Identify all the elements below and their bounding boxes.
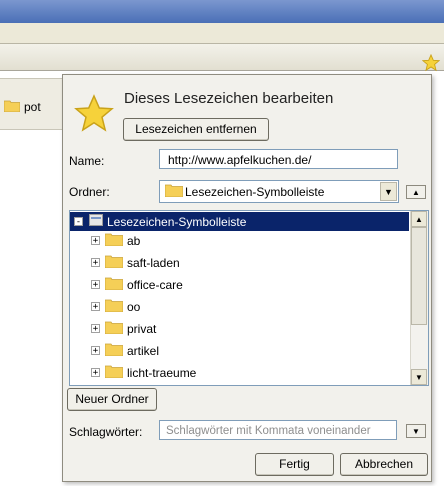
scroll-down-icon[interactable]: ▼	[411, 369, 427, 385]
tree-item-label: licht-traeume	[127, 365, 197, 380]
expand-icon[interactable]: +	[91, 302, 100, 312]
done-button[interactable]: Fertig	[255, 453, 334, 476]
bookmarks-bar-folder-label: pot	[24, 100, 41, 114]
expand-icon[interactable]: +	[91, 280, 100, 290]
tree-item-label: office-care	[127, 277, 183, 292]
bookmark-star-icon	[74, 94, 114, 137]
tree-item[interactable]: + licht-traeume	[70, 363, 196, 382]
expand-icon[interactable]: +	[91, 324, 100, 334]
tags-input[interactable]: Schlagwörter mit Kommata voneinander	[159, 420, 397, 440]
expand-icon[interactable]: +	[91, 258, 100, 268]
bookmarks-toolbar-icon	[89, 214, 103, 229]
folder-select-value: Lesezeichen-Symbolleiste	[185, 184, 325, 199]
tree-item-label: oo	[127, 299, 141, 314]
edit-bookmark-panel: Dieses Lesezeichen bearbeiten Lesezeiche…	[62, 74, 432, 482]
cancel-button[interactable]: Abbrechen	[340, 453, 428, 476]
tree-item[interactable]: + privat	[70, 319, 156, 338]
tree-item[interactable]: + office-care	[70, 275, 183, 294]
name-field[interactable]: http://www.apfelkuchen.de/	[159, 149, 398, 169]
folder-icon	[104, 254, 124, 271]
tree-root-item[interactable]: - Lesezeichen-Symbolleiste	[70, 212, 409, 231]
window-title-bar	[0, 0, 444, 23]
tree-item-label: privat	[127, 321, 157, 336]
scroll-up-icon[interactable]: ▲	[411, 211, 427, 227]
folder-icon	[104, 276, 124, 293]
chevron-down-icon[interactable]: ▼	[380, 182, 397, 201]
tree-scrollbar[interactable]: ▲ ▼	[410, 211, 428, 385]
tree-item[interactable]: + saft-laden	[70, 253, 180, 272]
remove-bookmark-button[interactable]: Lesezeichen entfernen	[123, 118, 269, 141]
folder-icon	[104, 342, 124, 359]
navigation-toolbar	[0, 44, 444, 71]
folder-icon	[3, 99, 21, 115]
folder-icon	[104, 320, 124, 337]
folder-icon	[104, 298, 124, 315]
folder-icon	[104, 364, 124, 381]
expand-icon[interactable]: +	[91, 236, 100, 246]
folder-tree[interactable]: - Lesezeichen-Symbolleiste + ab + saft-l…	[69, 210, 429, 386]
tree-item-label: saft-laden	[127, 255, 180, 270]
folder-icon	[104, 232, 124, 249]
bookmarks-bar-folder[interactable]: pot	[3, 99, 41, 115]
tags-label: Schlagwörter:	[69, 425, 143, 439]
new-folder-button[interactable]: Neuer Ordner	[67, 388, 157, 411]
expand-icon[interactable]: +	[91, 368, 100, 378]
folder-icon	[164, 183, 184, 200]
tags-dropdown-button[interactable]: ▼	[406, 424, 426, 438]
panel-title: Dieses Lesezeichen bearbeiten	[124, 90, 334, 107]
tree-item[interactable]: + oo	[70, 297, 140, 316]
menu-bar	[0, 23, 444, 44]
collapse-icon[interactable]: -	[74, 217, 83, 227]
folder-label: Ordner:	[69, 185, 110, 199]
tree-item-label: ab	[127, 233, 141, 248]
bookmark-star-icon[interactable]	[421, 53, 441, 75]
expand-icon[interactable]: +	[91, 346, 100, 356]
tree-root-label: Lesezeichen-Symbolleiste	[107, 214, 247, 229]
scrollbar-thumb[interactable]	[411, 227, 427, 325]
name-label: Name:	[69, 154, 105, 168]
bookmarks-toolbar: pot	[0, 78, 70, 130]
tree-item[interactable]: + ab	[70, 231, 140, 250]
tree-item-label: artikel	[127, 343, 160, 358]
folder-select[interactable]: Lesezeichen-Symbolleiste ▼	[159, 180, 399, 203]
collapse-folder-tree-button[interactable]: ▲	[406, 185, 426, 199]
tree-item[interactable]: + artikel	[70, 341, 159, 360]
